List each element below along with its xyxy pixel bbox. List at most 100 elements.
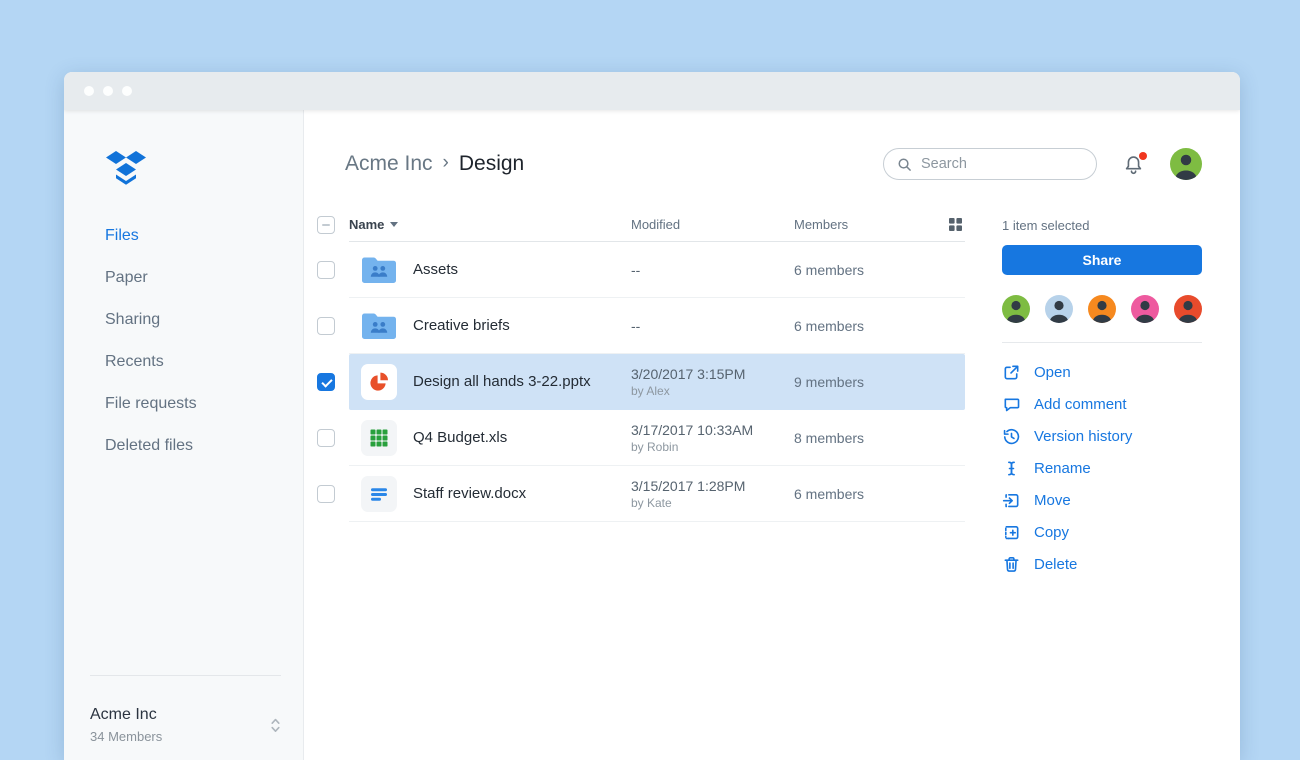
copy-icon: [1002, 523, 1021, 542]
divider: [1002, 342, 1202, 343]
window-control-icon[interactable]: [103, 86, 113, 96]
action-item[interactable]: Move: [1002, 484, 1202, 516]
rename-icon: [1002, 459, 1021, 478]
action-label: Open: [1034, 363, 1071, 381]
action-label: Version history: [1034, 427, 1133, 445]
sidebar: Files Paper Sharing Recents File request…: [64, 110, 304, 760]
members-cell: 9 members: [794, 373, 865, 390]
sidebar-item[interactable]: Deleted files: [64, 425, 303, 467]
row-checkbox[interactable]: [317, 485, 335, 503]
sidebar-item[interactable]: Paper: [64, 257, 303, 299]
breadcrumb-parent[interactable]: Acme Inc: [345, 152, 433, 176]
action-item[interactable]: Rename: [1002, 452, 1202, 484]
grid-view-icon[interactable]: [949, 218, 962, 231]
team-member-count: 34 Members: [90, 729, 163, 744]
dropbox-logo-icon[interactable]: [105, 150, 303, 193]
action-label: Rename: [1034, 459, 1091, 477]
table-header: Name Modified Members: [317, 208, 965, 242]
table-rows: Assets -- 6 members Creative briefs -- 6…: [317, 242, 965, 522]
members-cell: 8 members: [794, 429, 865, 446]
action-item[interactable]: Copy: [1002, 516, 1202, 548]
notification-badge: [1139, 151, 1147, 160]
members-cell: 6 members: [794, 261, 865, 278]
action-label: Move: [1034, 491, 1071, 509]
sidebar-item[interactable]: File requests: [64, 383, 303, 425]
sidebar-nav: Files Paper Sharing Recents File request…: [64, 215, 303, 467]
chevron-right-icon: ›: [442, 152, 449, 173]
row-checkbox[interactable]: [317, 261, 335, 279]
modified-cell: --: [631, 317, 641, 334]
column-header-modified[interactable]: Modified: [631, 217, 794, 232]
table-row[interactable]: Assets -- 6 members: [317, 242, 965, 298]
table-row[interactable]: Staff review.docx 3/15/2017 1:28PM by Ka…: [317, 466, 965, 522]
table-row[interactable]: Creative briefs -- 6 members: [317, 298, 965, 354]
column-header-name[interactable]: Name: [349, 217, 631, 232]
action-label: Add comment: [1034, 395, 1127, 413]
selection-status: 1 item selected: [1002, 218, 1090, 233]
window-control-icon[interactable]: [122, 86, 132, 96]
sidebar-item[interactable]: Recents: [64, 341, 303, 383]
table-row[interactable]: Q4 Budget.xls 3/17/2017 10:33AM by Robin…: [317, 410, 965, 466]
excel-icon: [361, 419, 397, 456]
member-avatars: [1002, 295, 1202, 323]
sidebar-item[interactable]: Sharing: [64, 299, 303, 341]
sidebar-item[interactable]: Files: [64, 215, 303, 257]
file-table: Name Modified Members Assets -- 6 member…: [317, 208, 965, 760]
modified-cell: --: [631, 261, 641, 278]
main-content: Acme Inc › Design Search Name Modified M…: [304, 110, 1240, 760]
shared-folder-icon: [361, 252, 397, 288]
members-cell: 6 members: [794, 317, 865, 334]
history-icon: [1002, 427, 1021, 446]
action-label: Delete: [1034, 555, 1078, 573]
file-name[interactable]: Design all hands 3-22.pptx: [413, 373, 631, 390]
search-input[interactable]: [921, 156, 1083, 172]
file-name[interactable]: Staff review.docx: [413, 485, 631, 502]
delete-icon: [1002, 555, 1021, 574]
move-icon: [1002, 491, 1021, 510]
team-selector[interactable]: Acme Inc 34 Members: [90, 675, 281, 760]
word-icon: [361, 475, 397, 512]
sort-caret-icon: [390, 222, 399, 227]
search-box[interactable]: [883, 148, 1097, 180]
comment-icon: [1002, 395, 1021, 414]
details-panel: 1 item selected Share Open Add comment V…: [1002, 208, 1202, 760]
user-avatar[interactable]: [1170, 148, 1202, 180]
action-item[interactable]: Add comment: [1002, 388, 1202, 420]
action-item[interactable]: Open: [1002, 356, 1202, 388]
member-avatar[interactable]: [1002, 295, 1030, 323]
notifications-bell-icon[interactable]: [1122, 151, 1147, 176]
file-name[interactable]: Assets: [413, 261, 631, 278]
select-all-checkbox[interactable]: [317, 216, 335, 234]
row-checkbox[interactable]: [317, 429, 335, 447]
modified-cell: 3/20/2017 3:15PM by Alex: [631, 365, 746, 398]
file-name[interactable]: Creative briefs: [413, 317, 631, 334]
team-name: Acme Inc: [90, 706, 157, 723]
powerpoint-icon: [361, 363, 397, 400]
modified-cell: 3/15/2017 1:28PM by Kate: [631, 477, 746, 510]
action-item[interactable]: Version history: [1002, 420, 1202, 452]
page-title: Design: [458, 152, 525, 175]
members-cell: 6 members: [794, 485, 865, 502]
member-avatar[interactable]: [1131, 295, 1159, 323]
row-checkbox[interactable]: [317, 317, 335, 335]
column-header-members[interactable]: Members: [794, 217, 965, 232]
app-window: Files Paper Sharing Recents File request…: [64, 72, 1240, 760]
row-checkbox[interactable]: [317, 373, 335, 391]
search-icon: [897, 157, 912, 172]
file-actions: Open Add comment Version history Rename …: [1002, 356, 1202, 580]
member-avatar[interactable]: [1174, 295, 1202, 323]
member-avatar[interactable]: [1088, 295, 1116, 323]
open-icon: [1002, 363, 1021, 382]
file-name[interactable]: Q4 Budget.xls: [413, 429, 631, 446]
window-control-icon[interactable]: [84, 86, 94, 96]
action-item[interactable]: Delete: [1002, 548, 1202, 580]
chevron-up-down-icon[interactable]: [270, 717, 281, 734]
divider: [90, 675, 281, 676]
share-button[interactable]: Share: [1002, 245, 1202, 275]
table-row[interactable]: Design all hands 3-22.pptx 3/20/2017 3:1…: [317, 354, 965, 410]
member-avatar[interactable]: [1045, 295, 1073, 323]
window-titlebar[interactable]: [64, 72, 1240, 110]
shared-folder-icon: [361, 308, 397, 344]
action-label: Copy: [1034, 523, 1070, 541]
breadcrumb: Acme Inc › Design: [345, 152, 524, 176]
